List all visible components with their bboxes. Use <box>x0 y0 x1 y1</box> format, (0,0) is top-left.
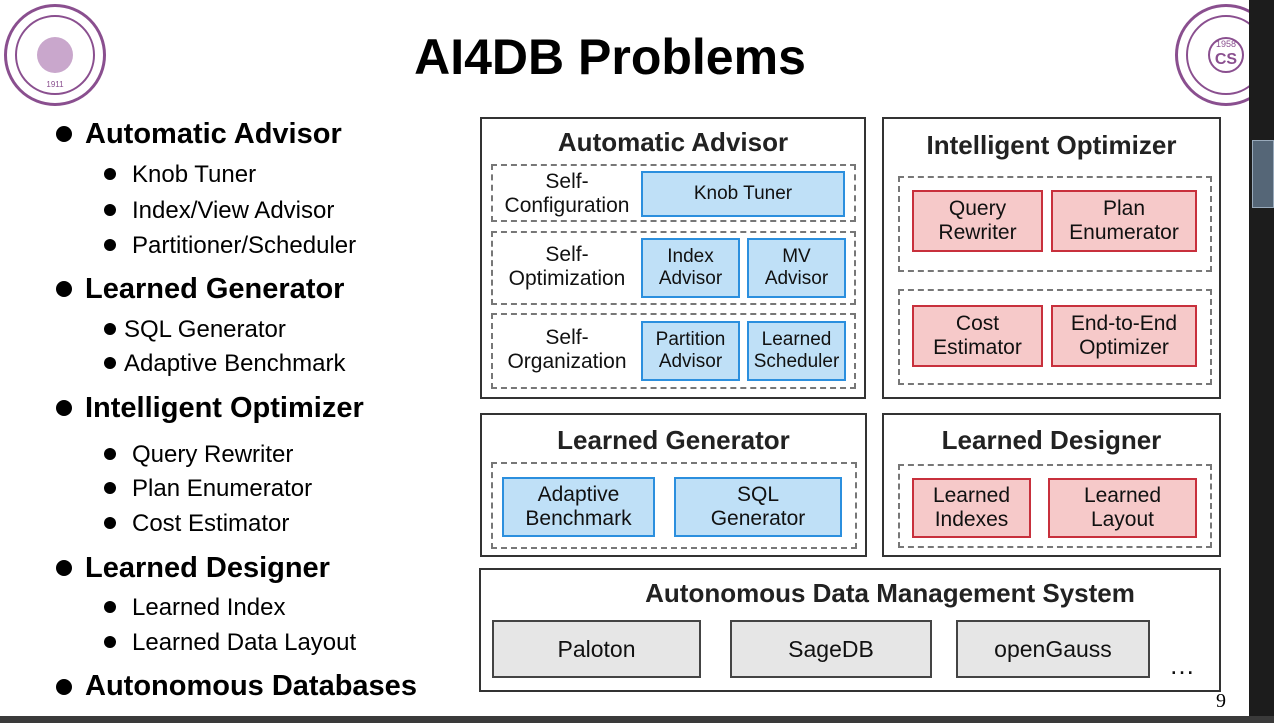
learned-designer-panel: Learned Designer Learned Indexes Learned… <box>882 413 1221 557</box>
row-label: Self- Configuration <box>504 170 630 218</box>
bullet-icon <box>56 126 72 142</box>
outline-item: Adaptive Benchmark <box>124 350 346 377</box>
sagedb-box: SageDB <box>730 620 932 678</box>
row-label: Self- Optimization <box>508 243 626 291</box>
learned-indexes-box: Learned Indexes <box>912 478 1031 538</box>
bullet-icon <box>56 400 72 416</box>
outline-item: Learned Index <box>132 594 286 621</box>
row-label: Self- Organization <box>507 326 627 374</box>
learned-layout-box: Learned Layout <box>1048 478 1197 538</box>
outline-heading: Autonomous Databases <box>85 670 417 702</box>
outline-item: Knob Tuner <box>132 161 257 188</box>
sql-generator-box: SQL Generator <box>674 477 842 537</box>
bullet-icon <box>104 636 116 648</box>
meeting-participant-strip <box>1249 0 1274 723</box>
outline-item: Learned Data Layout <box>132 629 357 656</box>
bullet-icon <box>104 239 116 251</box>
adaptive-benchmark-box: Adaptive Benchmark <box>502 477 655 537</box>
outline-heading: Intelligent Optimizer <box>85 392 364 424</box>
cost-estimator-box: Cost Estimator <box>912 305 1043 367</box>
logo-year: 1911 <box>46 80 64 89</box>
index-advisor-box: Index Advisor <box>641 238 740 298</box>
plan-enumerator-box: Plan Enumerator <box>1051 190 1197 252</box>
window-bottom-bar <box>0 716 1274 723</box>
tsinghua-university-logo: 1911 <box>4 4 106 106</box>
paloton-box: Paloton <box>492 620 701 678</box>
outline-item: Plan Enumerator <box>132 475 313 502</box>
bullet-icon <box>56 281 72 297</box>
outline-heading: Learned Generator <box>85 273 345 305</box>
learned-scheduler-box: Learned Scheduler <box>747 321 846 381</box>
outline-item: Partitioner/Scheduler <box>132 232 357 259</box>
query-rewriter-box: Query Rewriter <box>912 190 1043 252</box>
partition-advisor-box: Partition Advisor <box>641 321 740 381</box>
panel-title: Intelligent Optimizer <box>926 130 1177 160</box>
page-number: 9 <box>1216 690 1226 712</box>
slide: 1911 1958 CS AI4DB Problems Automatic Ad… <box>0 0 1274 716</box>
outline-item: Cost Estimator <box>132 510 290 537</box>
bullet-icon <box>104 323 116 335</box>
more-ellipsis: … <box>1169 650 1195 680</box>
outline-item: Index/View Advisor <box>132 197 335 224</box>
panel-title: Learned Designer <box>941 425 1162 455</box>
bullet-icon <box>104 482 116 494</box>
bullet-icon <box>104 448 116 460</box>
bullet-icon <box>104 357 116 369</box>
adms-panel: Autonomous Data Management System Paloto… <box>479 568 1221 692</box>
bullet-icon <box>104 601 116 613</box>
participant-video-thumbnail[interactable] <box>1252 140 1274 208</box>
intelligent-optimizer-panel: Intelligent Optimizer Query Rewriter Pla… <box>882 117 1221 399</box>
bullet-icon <box>104 517 116 529</box>
end-to-end-optimizer-box: End-to-End Optimizer <box>1051 305 1197 367</box>
opengauss-box: openGauss <box>956 620 1150 678</box>
panel-title: Autonomous Data Management System <box>645 578 1135 608</box>
bullet-icon <box>104 204 116 216</box>
logo-core <box>37 37 73 73</box>
outline-heading: Learned Designer <box>85 552 330 584</box>
slide-title: AI4DB Problems <box>414 29 806 85</box>
learned-generator-panel: Learned Generator Adaptive Benchmark SQL… <box>480 413 867 557</box>
bullet-icon <box>104 168 116 180</box>
outline-item: Query Rewriter <box>132 441 294 468</box>
knob-tuner-box: Knob Tuner <box>641 171 845 217</box>
bullet-icon <box>56 679 72 695</box>
panel-title: Automatic Advisor <box>557 127 789 157</box>
automatic-advisor-panel: Automatic Advisor Self- Configuration Kn… <box>480 117 866 399</box>
panel-title: Learned Generator <box>557 425 790 455</box>
outline-heading: Automatic Advisor <box>85 118 342 150</box>
mv-advisor-box: MV Advisor <box>747 238 846 298</box>
bullet-icon <box>56 560 72 576</box>
outline-item: SQL Generator <box>124 316 286 343</box>
